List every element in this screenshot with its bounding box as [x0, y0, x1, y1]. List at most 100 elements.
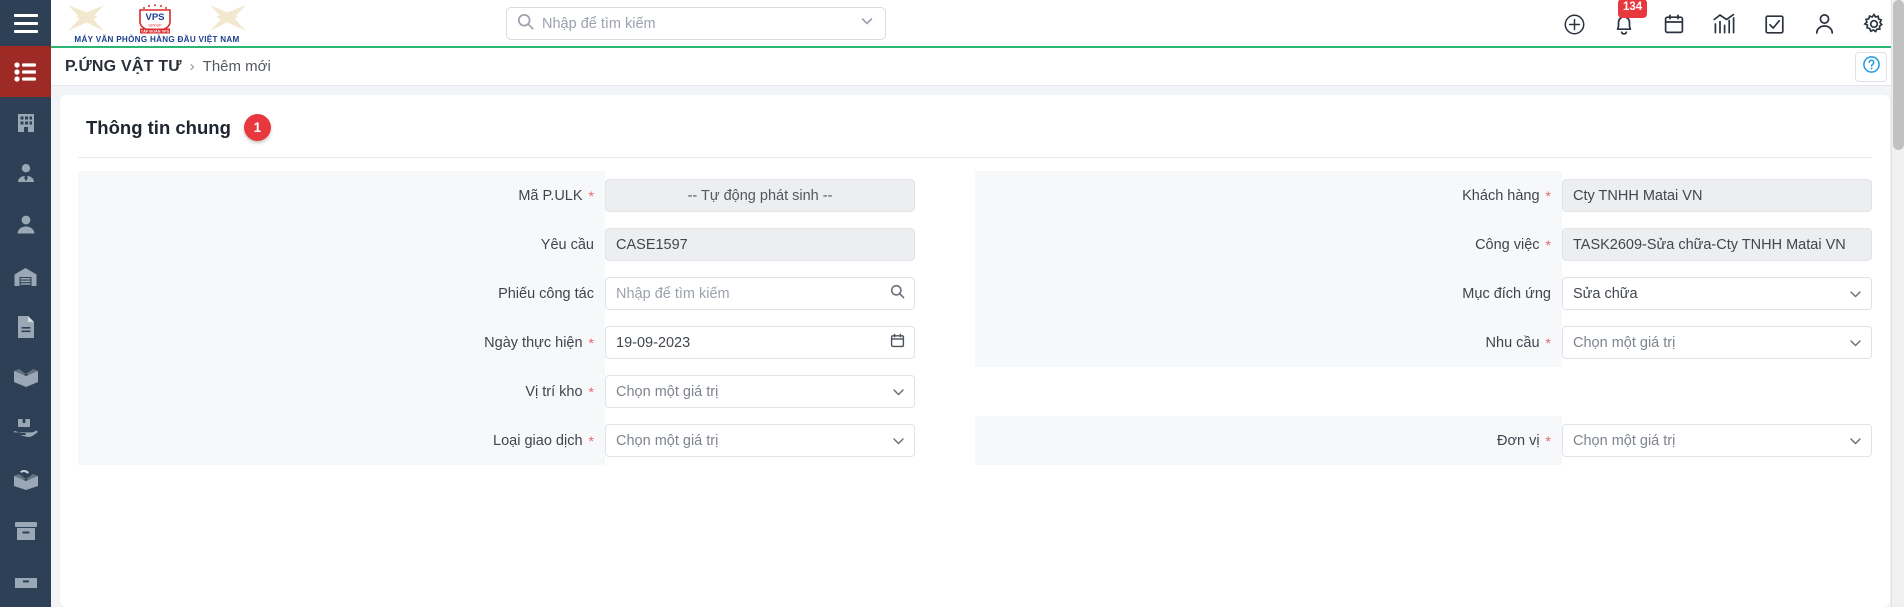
field-ma-pulk: Mã P.ULK * — [78, 171, 915, 220]
input-ma-pulk[interactable] — [605, 179, 915, 212]
sidebar-item-inbound[interactable] — [0, 352, 51, 403]
sidebar-item-more[interactable] — [0, 556, 51, 607]
user-tie-icon — [14, 162, 38, 186]
required-marker: * — [1545, 236, 1551, 253]
form-column-left: Mã P.ULK * Yêu cầu — [78, 171, 975, 465]
select-loai-giao-dich-value: Chọn một giá trị — [616, 432, 719, 449]
field-nhu-cau: Nhu cầu * Chọn một giá trị — [975, 318, 1872, 367]
calendar-icon — [890, 333, 905, 353]
breadcrumb-bar: P.ỨNG VẬT TƯ › Thêm mới — [51, 48, 1904, 86]
warehouse-icon — [13, 265, 38, 287]
top-bar: VPS GROUP TẬP ĐOÀN VPS MÁY VĂN PHÒNG HÀN… — [51, 0, 1904, 48]
user-account-icon[interactable] — [1812, 12, 1836, 36]
notification-bell-icon[interactable]: 134 — [1612, 0, 1648, 36]
field-muc-dich-ung: Mục đích ứng Sửa chữa — [975, 269, 1872, 318]
company-logo[interactable]: VPS GROUP TẬP ĐOÀN VPS MÁY VĂN PHÒNG HÀN… — [59, 0, 254, 46]
field-ngay-thuc-hien: Ngày thực hiện * — [78, 318, 915, 367]
select-don-vi-value: Chọn một giá trị — [1573, 432, 1676, 449]
scrollbar-thumb[interactable] — [1893, 0, 1904, 150]
add-circle-icon[interactable] — [1562, 12, 1586, 36]
task-checkbox-icon[interactable] — [1762, 12, 1786, 36]
help-button[interactable] — [1855, 52, 1887, 82]
breadcrumb-root[interactable]: P.ỨNG VẬT TƯ — [65, 58, 182, 76]
label-yeu-cau: Yêu cầu — [540, 236, 594, 253]
input-cong-viec[interactable] — [1562, 228, 1872, 261]
calendar-icon[interactable] — [1662, 12, 1686, 36]
input-khach-hang[interactable] — [1562, 179, 1872, 212]
required-marker: * — [1545, 432, 1551, 449]
analytics-chart-icon[interactable] — [1712, 12, 1736, 36]
sidebar-item-warehouse[interactable] — [0, 250, 51, 301]
archive-box-icon — [14, 520, 38, 542]
select-vi-tri-kho[interactable]: Chọn một giá trị — [605, 375, 915, 408]
select-muc-dich-ung-value: Sửa chữa — [1573, 285, 1638, 302]
building-icon — [14, 111, 38, 135]
label-phieu-cong-tac: Phiếu công tác — [498, 285, 594, 302]
sidebar-item-archive[interactable] — [0, 505, 51, 556]
vertical-scrollbar[interactable] — [1891, 0, 1904, 607]
select-muc-dich-ung[interactable]: Sửa chữa — [1562, 277, 1872, 310]
drawer-icon — [14, 575, 38, 589]
label-khach-hang: Khách hàng — [1462, 187, 1540, 204]
label-ngay-thuc-hien: Ngày thực hiện — [484, 334, 583, 351]
breadcrumb-current: Thêm mới — [202, 58, 271, 75]
chevron-down-icon[interactable] — [859, 13, 875, 34]
search-input[interactable] — [542, 15, 851, 32]
input-yeu-cau[interactable] — [605, 228, 915, 261]
page-title: Thông tin chung — [86, 116, 231, 138]
label-don-vi: Đơn vị — [1497, 432, 1540, 449]
notification-count-badge: 134 — [1618, 0, 1648, 18]
field-cong-viec: Công việc * — [975, 220, 1872, 269]
input-phieu-cong-tac[interactable] — [605, 277, 882, 310]
search-icon — [890, 284, 905, 304]
question-circle-icon — [1862, 55, 1881, 79]
required-marker: * — [588, 432, 594, 449]
hand-holding-box-icon — [13, 418, 39, 440]
field-phieu-cong-tac: Phiếu công tác — [78, 269, 915, 318]
main-region: VPS GROUP TẬP ĐOÀN VPS MÁY VĂN PHÒNG HÀN… — [51, 0, 1904, 607]
hamburger-menu-button[interactable] — [0, 0, 51, 47]
required-marker: * — [588, 334, 594, 351]
svg-text:VPS: VPS — [145, 12, 164, 23]
label-loai-giao-dich: Loại giao dịch — [493, 432, 583, 449]
select-don-vi[interactable]: Chọn một giá trị — [1562, 424, 1872, 457]
field-yeu-cau: Yêu cầu — [78, 220, 915, 269]
global-search-box[interactable] — [506, 7, 886, 40]
sidebar-item-customer[interactable] — [0, 199, 51, 250]
select-nhu-cau-value: Chọn một giá trị — [1573, 334, 1676, 351]
list-icon — [13, 62, 38, 82]
breadcrumb-separator: › — [189, 58, 195, 75]
date-picker-button[interactable] — [881, 326, 915, 359]
label-ma-pulk: Mã P.ULK — [518, 187, 583, 204]
field-loai-giao-dich: Loại giao dịch * Chọn một giá trị — [78, 416, 915, 465]
box-open-icon — [13, 368, 39, 388]
label-nhu-cau: Nhu cầu — [1485, 334, 1540, 351]
form-grid: Mã P.ULK * Yêu cầu — [78, 158, 1872, 465]
label-cong-viec: Công việc — [1475, 236, 1540, 253]
sidebar-item-list[interactable] — [0, 46, 51, 98]
select-vi-tri-kho-value: Chọn một giá trị — [616, 383, 719, 400]
required-marker: * — [588, 383, 594, 400]
field-vi-tri-kho: Vị trí kho * Chọn một giá trị — [78, 367, 915, 416]
svg-text:GROUP: GROUP — [148, 24, 162, 28]
file-document-icon — [16, 315, 36, 339]
select-nhu-cau[interactable]: Chọn một giá trị — [1562, 326, 1872, 359]
sidebar-item-delivery[interactable] — [0, 403, 51, 454]
step-badge: 1 — [243, 114, 271, 141]
phieu-cong-tac-search-button[interactable] — [881, 277, 915, 310]
label-muc-dich-ung: Mục đích ứng — [1462, 285, 1551, 302]
sidebar-item-document[interactable] — [0, 301, 51, 352]
field-khach-hang: Khách hàng * — [975, 171, 1872, 220]
input-ngay-thuc-hien[interactable] — [605, 326, 882, 359]
sidebar-item-employee[interactable] — [0, 148, 51, 199]
logo-sub-text: TẬP ĐOÀN VPS — [140, 29, 169, 34]
application-window: VPS GROUP TẬP ĐOÀN VPS MÁY VĂN PHÒNG HÀN… — [0, 0, 1904, 607]
left-sidebar — [0, 0, 51, 607]
sidebar-item-company[interactable] — [0, 97, 51, 148]
settings-gear-icon[interactable] — [1862, 12, 1886, 36]
user-icon — [14, 213, 38, 237]
box-return-icon — [13, 469, 39, 490]
sidebar-item-return[interactable] — [0, 454, 51, 505]
general-info-card: Thông tin chung 1 Mã P.ULK * -- Tự động … — [60, 95, 1890, 607]
select-loai-giao-dich[interactable]: Chọn một giá trị — [605, 424, 915, 457]
